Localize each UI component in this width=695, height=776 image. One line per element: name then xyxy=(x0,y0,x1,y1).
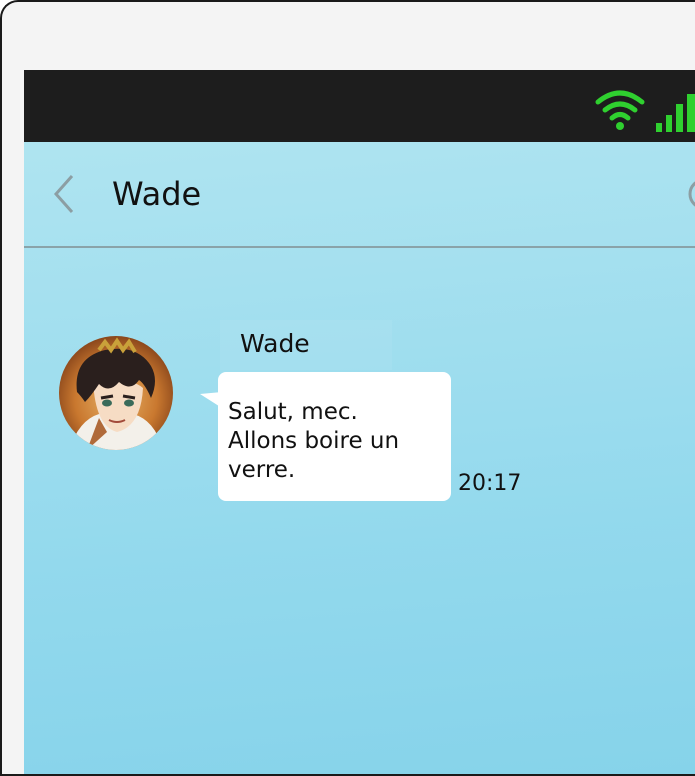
avatar[interactable] xyxy=(59,336,173,450)
sender-name: Wade xyxy=(240,329,310,358)
status-bar xyxy=(24,70,695,142)
message-text: Salut, mec. Allons boire un verre. xyxy=(228,399,400,483)
phone-screen: Wade Wade Salut, mec. Allons boire un ve… xyxy=(24,70,695,774)
message-time: 20:17 xyxy=(458,471,522,496)
signal-icon xyxy=(656,94,695,132)
message-bubble[interactable]: Salut, mec. Allons boire un verre. xyxy=(218,372,451,501)
device-frame: Wade Wade Salut, mec. Allons boire un ve… xyxy=(0,0,695,776)
more-icon[interactable] xyxy=(684,174,695,214)
chevron-left-icon[interactable] xyxy=(50,172,78,216)
anime-portrait-image xyxy=(59,336,173,450)
app-bar: Wade xyxy=(24,142,695,248)
chat-title: Wade xyxy=(112,175,202,213)
wifi-icon xyxy=(595,90,645,130)
